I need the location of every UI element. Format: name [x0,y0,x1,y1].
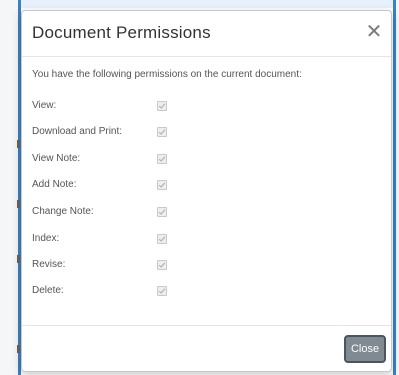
permissions-dialog: Document Permissions ✕ You have the foll… [21,10,392,372]
close-icon[interactable]: ✕ [363,20,385,44]
permission-row-index: Index: [32,232,202,246]
permission-checkbox [157,101,167,111]
permissions-intro-text: You have the following permissions on th… [32,69,302,80]
permission-label: Download and Print: [32,126,123,137]
permission-label: Add Note: [32,179,77,190]
permission-label: View: [32,100,57,111]
close-button[interactable]: Close [344,335,386,363]
permission-row-view-note: View Note: [32,152,202,166]
permission-label: Index: [32,233,60,244]
permission-label: Revise: [32,259,66,270]
permission-row-view: View: [32,99,202,113]
permission-checkbox [157,154,167,164]
permission-checkbox [157,234,167,244]
background-mark [17,200,20,208]
permission-row-delete: Delete: [32,284,202,298]
permission-row-change-note: Change Note: [32,205,202,219]
permission-row-add-note: Add Note: [32,178,202,192]
background-mark [17,140,20,148]
permission-checkbox [157,260,167,270]
dialog-header: Document Permissions ✕ [22,11,391,57]
permission-row-revise: Revise: [32,258,202,272]
permission-checkbox [157,127,167,137]
permission-checkbox [157,286,167,296]
permission-label: View Note: [32,153,81,164]
background-top-strip [0,0,399,8]
permission-row-download-print: Download and Print: [32,125,202,139]
dialog-footer-divider [22,325,391,326]
permission-checkbox [157,180,167,190]
background-mark [17,255,20,263]
permission-label: Delete: [32,285,64,296]
background-left-strip [0,0,20,375]
background-mark [17,345,20,353]
background-right-border [393,0,396,375]
permission-checkbox [157,207,167,217]
dialog-title: Document Permissions [32,23,211,42]
permission-label: Change Note: [32,206,94,217]
